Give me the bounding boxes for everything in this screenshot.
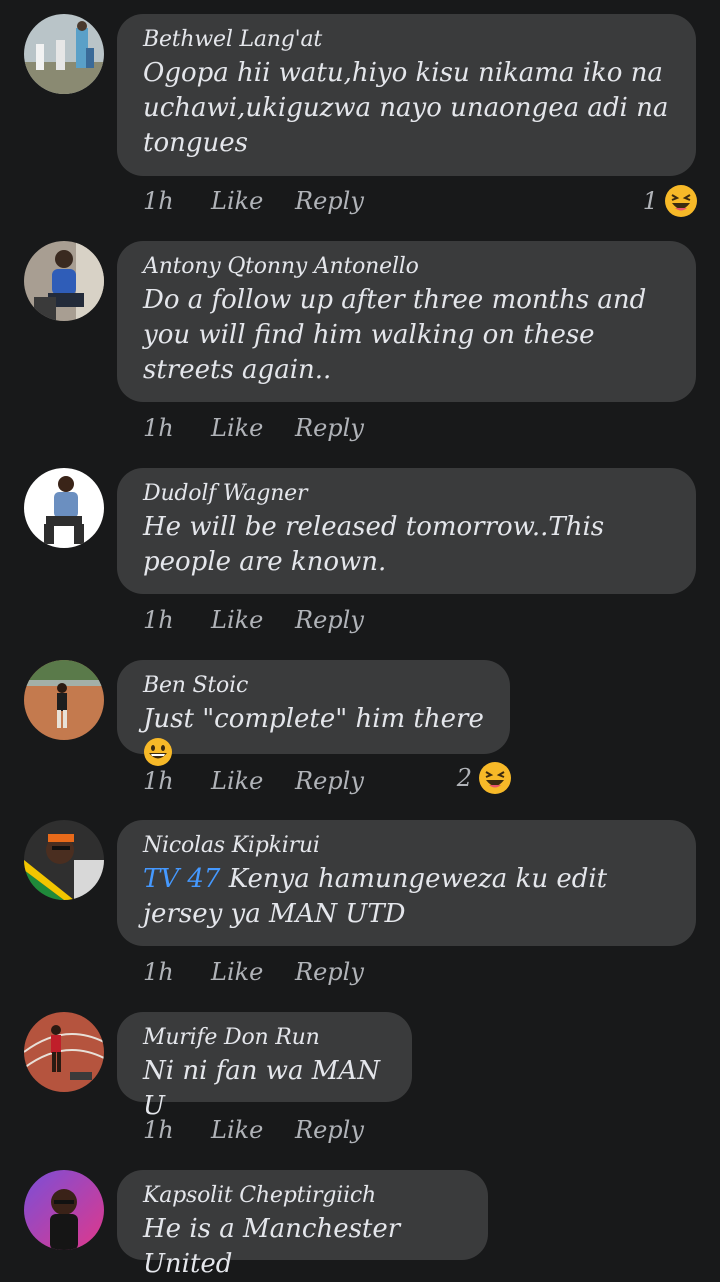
comment-author[interactable]: Nicolas Kipkirui (143, 833, 678, 858)
like-button[interactable]: Like (211, 764, 263, 798)
reply-button[interactable]: Reply (295, 603, 364, 637)
mention-link[interactable]: TV 47 (143, 864, 220, 894)
avatar[interactable] (24, 241, 104, 321)
avatar[interactable] (24, 1170, 104, 1250)
comment-author[interactable]: Dudolf Wagner (143, 481, 678, 506)
comment-actions: 1h Like Reply (143, 955, 403, 989)
like-button[interactable]: Like (211, 1113, 263, 1147)
comment-bubble[interactable]: Nicolas Kipkirui TV 47 Kenya hamungeweza… (117, 820, 696, 946)
reaction-summary[interactable]: 1 (620, 184, 698, 218)
comment-bubble[interactable]: Dudolf Wagner He will be released tomorr… (117, 468, 696, 594)
reply-button[interactable]: Reply (295, 1113, 364, 1147)
comment-time[interactable]: 1h (143, 1113, 174, 1147)
comment-time[interactable]: 1h (143, 955, 174, 989)
comment-bubble[interactable]: Antony Qtonny Antonello Do a follow up a… (117, 241, 696, 402)
comment-author[interactable]: Antony Qtonny Antonello (143, 254, 678, 279)
like-button[interactable]: Like (211, 603, 263, 637)
comment-text: He will be released tomorrow..This peopl… (143, 512, 605, 577)
reply-button[interactable]: Reply (295, 411, 364, 445)
comment-text: TV 47 Kenya hamungeweza ku edit jersey y… (143, 862, 678, 932)
comment-time[interactable]: 1h (143, 184, 174, 218)
comment-author[interactable]: Murife Don Run (143, 1025, 394, 1050)
avatar[interactable] (24, 1012, 104, 1092)
avatar[interactable] (24, 820, 104, 900)
reply-button[interactable]: Reply (295, 184, 364, 218)
like-button[interactable]: Like (211, 411, 263, 445)
comment-text: Ogopa hii watu,hiyo kisu nikama iko na u… (143, 58, 669, 158)
reply-button[interactable]: Reply (295, 955, 364, 989)
comment-bubble[interactable]: Murife Don Run Ni ni fan wa MAN U (117, 1012, 412, 1121)
like-button[interactable]: Like (211, 955, 263, 989)
comment-author[interactable]: Bethwel Lang'at (143, 27, 678, 52)
comment-time[interactable]: 1h (143, 764, 174, 798)
comment-bubble[interactable]: Kapsolit Cheptirgiich He is a Manchester… (117, 1170, 488, 1279)
comment-text-content: Just "complete" him there (143, 704, 484, 734)
reaction-count: 2 (456, 764, 472, 792)
comment-author[interactable]: Kapsolit Cheptirgiich (143, 1183, 470, 1208)
comment-actions: 1h Like Reply (143, 411, 403, 445)
reaction-summary[interactable]: 2 (434, 761, 512, 795)
comment-author[interactable]: Ben Stoic (143, 673, 492, 698)
avatar[interactable] (24, 468, 104, 548)
like-button[interactable]: Like (211, 184, 263, 218)
laughing-emoji-icon (478, 761, 512, 795)
comment-bubble[interactable]: Ben Stoic Just "complete" him there (117, 660, 510, 766)
comment-time[interactable]: 1h (143, 411, 174, 445)
comment-bubble[interactable]: Bethwel Lang'at Ogopa hii watu,hiyo kisu… (117, 14, 696, 176)
comment-text: He is a Manchester United (143, 1214, 401, 1279)
comment-text: Do a follow up after three months and yo… (143, 285, 647, 385)
comment-time[interactable]: 1h (143, 603, 174, 637)
comment-actions: 1h Like Reply (143, 603, 403, 637)
avatar[interactable] (24, 660, 104, 740)
comment-actions: 1h Like Reply (143, 184, 364, 218)
laughing-emoji-icon (664, 184, 698, 218)
comment-actions: 1h Like Reply (143, 1113, 403, 1147)
comment-actions: 1h Like Reply (143, 764, 403, 798)
reply-button[interactable]: Reply (295, 764, 364, 798)
avatar[interactable] (24, 14, 104, 94)
reaction-count: 1 (642, 187, 658, 215)
